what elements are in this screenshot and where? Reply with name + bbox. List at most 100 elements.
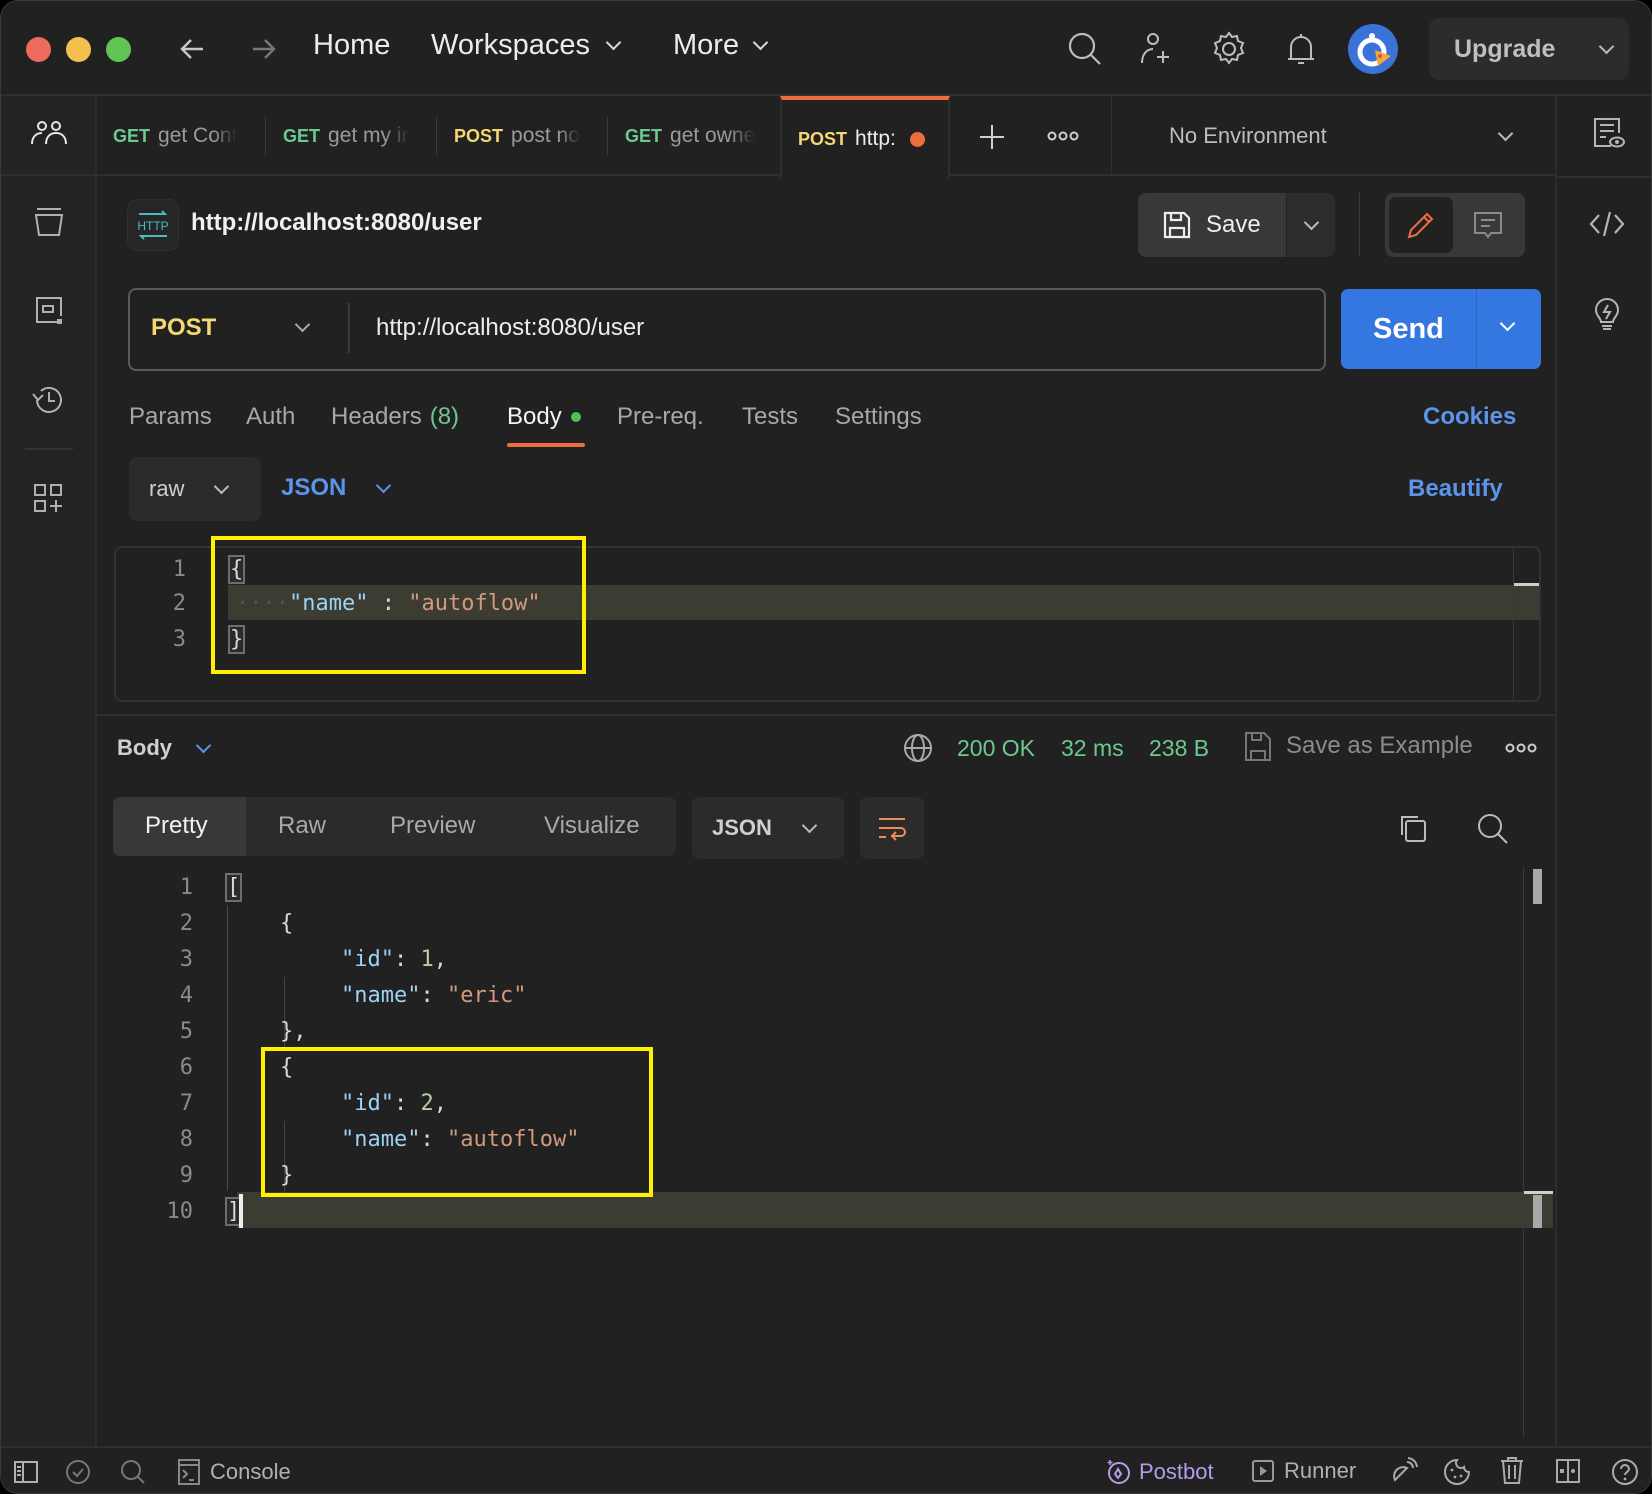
response-more-icon[interactable]: [1505, 741, 1537, 755]
tab-pre-request[interactable]: Pre-req.: [617, 403, 704, 431]
response-status[interactable]: 200 OK: [957, 735, 1035, 762]
forward-arrow-icon[interactable]: [247, 33, 279, 65]
invite-user-icon[interactable]: [1137, 29, 1177, 69]
upgrade-button[interactable]: Upgrade: [1429, 18, 1629, 80]
send-divider: [1476, 289, 1477, 369]
save-disk-icon: [1163, 211, 1191, 239]
tab-params[interactable]: Params: [129, 403, 212, 431]
tab-separator: [436, 116, 437, 156]
environment-selector[interactable]: No Environment: [1113, 96, 1553, 176]
url-input[interactable]: http://localhost:8080/user: [376, 314, 644, 342]
cookies-icon[interactable]: [1443, 1458, 1471, 1486]
toggle-sidebar-icon[interactable]: [13, 1459, 39, 1485]
minimize-window-button[interactable]: [66, 37, 91, 62]
collections-icon[interactable]: [29, 203, 69, 243]
request-title[interactable]: http://localhost:8080/user: [191, 209, 482, 237]
save-options-button[interactable]: [1287, 193, 1335, 257]
request-tab-active[interactable]: POST http:: [780, 96, 950, 178]
code-line: 4 "name": "eric": [113, 977, 1543, 1013]
request-response-divider[interactable]: [97, 714, 1555, 716]
request-tab[interactable]: POST post no: [438, 96, 606, 176]
avatar[interactable]: [1348, 24, 1398, 74]
code-line: 5 },: [113, 1013, 1543, 1049]
nav-more[interactable]: More: [673, 29, 769, 62]
more-tabs-icon[interactable]: [1047, 128, 1079, 144]
code-line: 10 ]: [113, 1193, 1543, 1229]
find-replace-icon[interactable]: [119, 1458, 147, 1486]
search-icon[interactable]: [1065, 29, 1105, 69]
cookies-link[interactable]: Cookies: [1423, 403, 1516, 431]
history-icon[interactable]: [29, 380, 69, 420]
view-tab-preview[interactable]: Preview: [390, 812, 475, 840]
tab-tests[interactable]: Tests: [742, 403, 798, 431]
lightbulb-insights-icon[interactable]: [1589, 296, 1625, 332]
response-section-select[interactable]: Body: [117, 735, 212, 761]
tab-headers[interactable]: Headers (8): [331, 403, 459, 431]
view-tab-pretty[interactable]: Pretty: [145, 812, 208, 840]
unsaved-dot-icon: [909, 131, 925, 147]
nav-workspaces-label: Workspaces: [431, 29, 591, 61]
tab-auth[interactable]: Auth: [246, 403, 295, 431]
annotation-highlight-box: [211, 536, 586, 674]
response-size[interactable]: 238 B: [1149, 735, 1209, 762]
notifications-bell-icon[interactable]: [1281, 29, 1321, 69]
right-sidebar-divider: [1557, 176, 1651, 178]
maximize-window-button[interactable]: [106, 37, 131, 62]
line-number: 6: [179, 1054, 193, 1080]
chevron-down-icon: [195, 737, 212, 753]
code-snippet-icon[interactable]: [1589, 209, 1625, 239]
nav-workspaces[interactable]: Workspaces: [431, 29, 622, 62]
console-button[interactable]: Console: [178, 1458, 291, 1486]
sidebar-workspace[interactable]: [1, 96, 95, 176]
view-tab-raw[interactable]: Raw: [278, 812, 326, 840]
connection-status-icon[interactable]: [64, 1458, 92, 1486]
editor-scrollbar-thumb[interactable]: [1514, 583, 1539, 586]
chevron-down-icon: [1599, 38, 1615, 54]
save-as-example-button[interactable]: Save as Example: [1244, 730, 1473, 762]
new-tab-plus-icon[interactable]: [977, 122, 1007, 152]
body-format-select[interactable]: JSON: [281, 474, 392, 502]
body-mode-select[interactable]: raw: [129, 457, 261, 521]
two-pane-view-icon[interactable]: [1556, 1459, 1580, 1483]
line-number: 1: [179, 874, 193, 900]
postbot-button[interactable]: Postbot: [1105, 1458, 1214, 1486]
request-tab[interactable]: GET get Cont: [97, 96, 265, 176]
close-window-button[interactable]: [26, 37, 51, 62]
send-label[interactable]: Send: [1373, 313, 1444, 346]
body-mode-label: raw: [149, 476, 185, 501]
tab-body[interactable]: Body: [507, 403, 581, 431]
back-arrow-icon[interactable]: [177, 33, 209, 65]
beautify-link[interactable]: Beautify: [1408, 475, 1503, 503]
comments-mode-button[interactable]: [1455, 197, 1521, 253]
response-time[interactable]: 32 ms: [1061, 735, 1124, 762]
globe-icon[interactable]: [902, 732, 934, 764]
wrap-lines-button[interactable]: [860, 797, 924, 859]
save-button[interactable]: Save: [1138, 193, 1286, 257]
search-response-icon[interactable]: [1476, 812, 1510, 846]
tab-body-label: Body: [507, 403, 562, 430]
editor-scrollbar-track[interactable]: [1513, 548, 1514, 700]
method-select[interactable]: POST: [151, 314, 216, 342]
request-tab[interactable]: GET get my ir: [267, 96, 435, 176]
settings-gear-icon[interactable]: [1209, 29, 1249, 69]
console-label: Console: [210, 1459, 291, 1484]
line-number: 8: [179, 1126, 193, 1152]
environment-label: No Environment: [1169, 123, 1327, 148]
tab-settings[interactable]: Settings: [835, 403, 922, 431]
environments-icon[interactable]: [29, 292, 69, 332]
help-icon[interactable]: [1611, 1458, 1639, 1486]
capture-requests-icon[interactable]: [1390, 1457, 1418, 1485]
tab-title: get Cont: [158, 124, 238, 147]
environment-quick-look-icon[interactable]: [1591, 116, 1625, 150]
tab-method: GET: [625, 125, 663, 146]
runner-button[interactable]: Runner: [1252, 1458, 1356, 1484]
nav-home[interactable]: Home: [313, 29, 390, 62]
request-tab[interactable]: GET get owne: [609, 96, 777, 176]
copy-icon[interactable]: [1397, 812, 1429, 844]
view-tab-visualize[interactable]: Visualize: [544, 812, 640, 840]
response-format-select[interactable]: JSON: [692, 797, 844, 859]
chevron-down-icon: [605, 34, 622, 51]
trash-icon[interactable]: [1500, 1457, 1524, 1485]
add-apps-icon[interactable]: [29, 479, 69, 519]
edit-mode-button[interactable]: [1389, 197, 1453, 253]
